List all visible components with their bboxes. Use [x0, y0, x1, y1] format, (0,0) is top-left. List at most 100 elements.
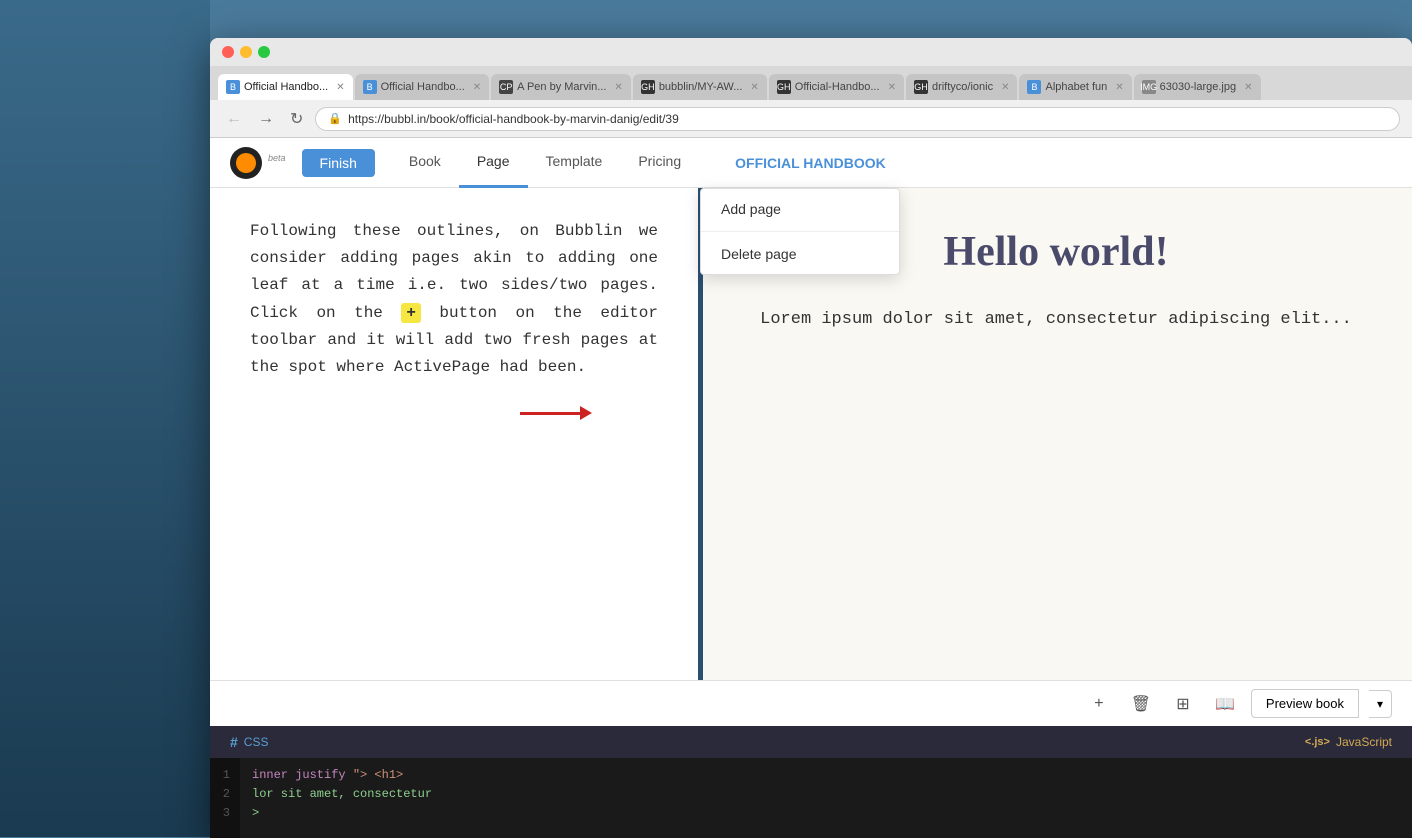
- tab-label-2: Official Handbo...: [381, 81, 465, 93]
- browser-tab-4[interactable]: GH bubblin/MY-AW... ✕: [633, 74, 767, 100]
- code-editor-panel: # CSS <.js> JavaScript 1 2 3 inner justi…: [210, 726, 1412, 838]
- js-tab-label: JavaScript: [1336, 735, 1392, 749]
- app-toolbar: beta Finish Book Page Template Pricing O…: [210, 138, 1412, 188]
- grid-icon-btn[interactable]: ⊞: [1167, 688, 1199, 720]
- tab-favicon-8: IMG: [1142, 80, 1156, 94]
- book-icon: 📖: [1215, 694, 1235, 714]
- page-area-left: Following these outlines, on Bubblin we …: [210, 188, 700, 680]
- add-page-icon-btn[interactable]: +: [1083, 688, 1115, 720]
- nav-page[interactable]: Page: [459, 138, 528, 188]
- chevron-down-icon: ▾: [1377, 697, 1383, 711]
- browser-tab-8[interactable]: IMG 63030-large.jpg ✕: [1134, 74, 1261, 100]
- forward-button[interactable]: →: [254, 108, 278, 130]
- preview-book-button[interactable]: Preview book: [1251, 689, 1359, 718]
- logo-area: beta: [230, 147, 286, 179]
- tab-label-4: bubblin/MY-AW...: [659, 81, 743, 93]
- tab-favicon-6: GH: [914, 80, 928, 94]
- lock-icon: 🔒: [328, 112, 342, 125]
- annotation-arrow-right: [520, 406, 592, 420]
- delete-page-item[interactable]: Delete page: [701, 234, 899, 274]
- code-panel-tabs: # CSS <.js> JavaScript: [210, 726, 1412, 758]
- browser-tab-3[interactable]: CP A Pen by Marvin... ✕: [491, 74, 631, 100]
- line-num-2: 2: [220, 785, 230, 804]
- tab-favicon-5: GH: [777, 80, 791, 94]
- dropdown-divider: [701, 231, 899, 232]
- tab-bar: B Official Handbo... ✕ B Official Handbo…: [210, 66, 1412, 100]
- code-area: 1 2 3 inner justify "> <h1> lor sit amet…: [210, 758, 1412, 838]
- toolbar-nav: Book Page Template Pricing: [391, 138, 699, 188]
- browser-tab-6[interactable]: GH driftyco/ionic ✕: [906, 74, 1018, 100]
- tab-close-1[interactable]: ✕: [336, 82, 344, 93]
- css-icon: #: [230, 734, 238, 750]
- line-numbers: 1 2 3: [210, 758, 240, 838]
- code-line-3: >: [252, 804, 1400, 823]
- js-tab[interactable]: <.js> JavaScript: [1285, 726, 1412, 758]
- page-lorem-text: Lorem ipsum dolor sit amet, consectetur …: [760, 306, 1352, 333]
- browser-tab-7[interactable]: B Alphabet fun ✕: [1019, 74, 1131, 100]
- tab-label-1: Official Handbo...: [244, 81, 328, 93]
- page-body-text: Following these outlines, on Bubblin we …: [250, 218, 658, 381]
- tab-favicon-4: GH: [641, 80, 655, 94]
- tab-label-3: A Pen by Marvin...: [517, 81, 606, 93]
- add-page-item[interactable]: Add page: [701, 189, 899, 229]
- bubblin-logo: [230, 147, 262, 179]
- official-handbook-link[interactable]: OFFICIAL HANDBOOK: [735, 155, 886, 171]
- tab-close-3[interactable]: ✕: [614, 82, 622, 93]
- finish-button[interactable]: Finish: [302, 149, 375, 177]
- address-bar: ← → ↻ 🔒 https://bubbl.in/book/official-h…: [210, 100, 1412, 138]
- bottom-toolbar: + 🗑 ⊞ 📖 Preview book ▾: [210, 680, 1412, 726]
- address-input-field[interactable]: 🔒 https://bubbl.in/book/official-handboo…: [315, 107, 1400, 131]
- preview-dropdown-button[interactable]: ▾: [1369, 690, 1392, 718]
- nav-book[interactable]: Book: [391, 138, 459, 188]
- grid-icon: ⊞: [1176, 694, 1189, 714]
- tab-close-7[interactable]: ✕: [1115, 82, 1123, 93]
- browser-window: B Official Handbo... ✕ B Official Handbo…: [210, 38, 1412, 838]
- line-num-1: 1: [220, 766, 230, 785]
- tab-favicon-2: B: [363, 80, 377, 94]
- tab-label-5: Official-Handbo...: [795, 81, 880, 93]
- js-icon: <.js>: [1305, 736, 1330, 748]
- logo-inner-circle: [236, 153, 256, 173]
- tab-label-6: driftyco/ionic: [932, 81, 993, 93]
- tab-close-2[interactable]: ✕: [473, 82, 481, 93]
- tab-label-7: Alphabet fun: [1045, 81, 1107, 93]
- delete-page-icon-btn[interactable]: 🗑: [1125, 688, 1157, 720]
- css-code-content[interactable]: inner justify "> <h1> lor sit amet, cons…: [240, 758, 1412, 838]
- title-bar: [210, 38, 1412, 66]
- tab-favicon-3: CP: [499, 80, 513, 94]
- page-heading: Hello world!: [943, 228, 1168, 276]
- css-tab-label: CSS: [244, 735, 269, 749]
- traffic-lights: [222, 46, 270, 58]
- tab-label-8: 63030-large.jpg: [1160, 81, 1236, 93]
- nav-template[interactable]: Template: [528, 138, 621, 188]
- browser-tab-2[interactable]: B Official Handbo... ✕: [355, 74, 490, 100]
- tab-close-4[interactable]: ✕: [750, 82, 758, 93]
- tab-favicon-1: B: [226, 80, 240, 94]
- add-icon: +: [1094, 695, 1103, 713]
- left-sidebar-mountain: [0, 0, 210, 837]
- nav-pricing[interactable]: Pricing: [620, 138, 699, 188]
- code-line-1: inner justify "> <h1>: [252, 766, 1400, 785]
- browser-tab-5[interactable]: GH Official-Handbo... ✕: [769, 74, 904, 100]
- minimize-window-btn[interactable]: [240, 46, 252, 58]
- tab-close-8[interactable]: ✕: [1244, 82, 1252, 93]
- close-window-btn[interactable]: [222, 46, 234, 58]
- tab-close-5[interactable]: ✕: [888, 82, 896, 93]
- line-num-3: 3: [220, 804, 230, 823]
- tab-close-6[interactable]: ✕: [1001, 82, 1009, 93]
- maximize-window-btn[interactable]: [258, 46, 270, 58]
- address-text: https://bubbl.in/book/official-handbook-…: [348, 112, 679, 126]
- highlight-plus: +: [401, 303, 421, 323]
- back-button[interactable]: ←: [222, 108, 246, 130]
- code-line-2: lor sit amet, consectetur: [252, 785, 1400, 804]
- trash-icon: 🗑: [1131, 694, 1151, 714]
- arrow-line: [520, 412, 580, 415]
- css-tab[interactable]: # CSS: [210, 726, 288, 758]
- arrow-head: [580, 406, 592, 420]
- browser-tab[interactable]: B Official Handbo... ✕: [218, 74, 353, 100]
- tab-favicon-7: B: [1027, 80, 1041, 94]
- page-dropdown-menu: Add page Delete page: [700, 188, 900, 275]
- beta-badge: beta: [268, 153, 286, 163]
- refresh-button[interactable]: ↻: [286, 107, 307, 131]
- book-icon-btn[interactable]: 📖: [1209, 688, 1241, 720]
